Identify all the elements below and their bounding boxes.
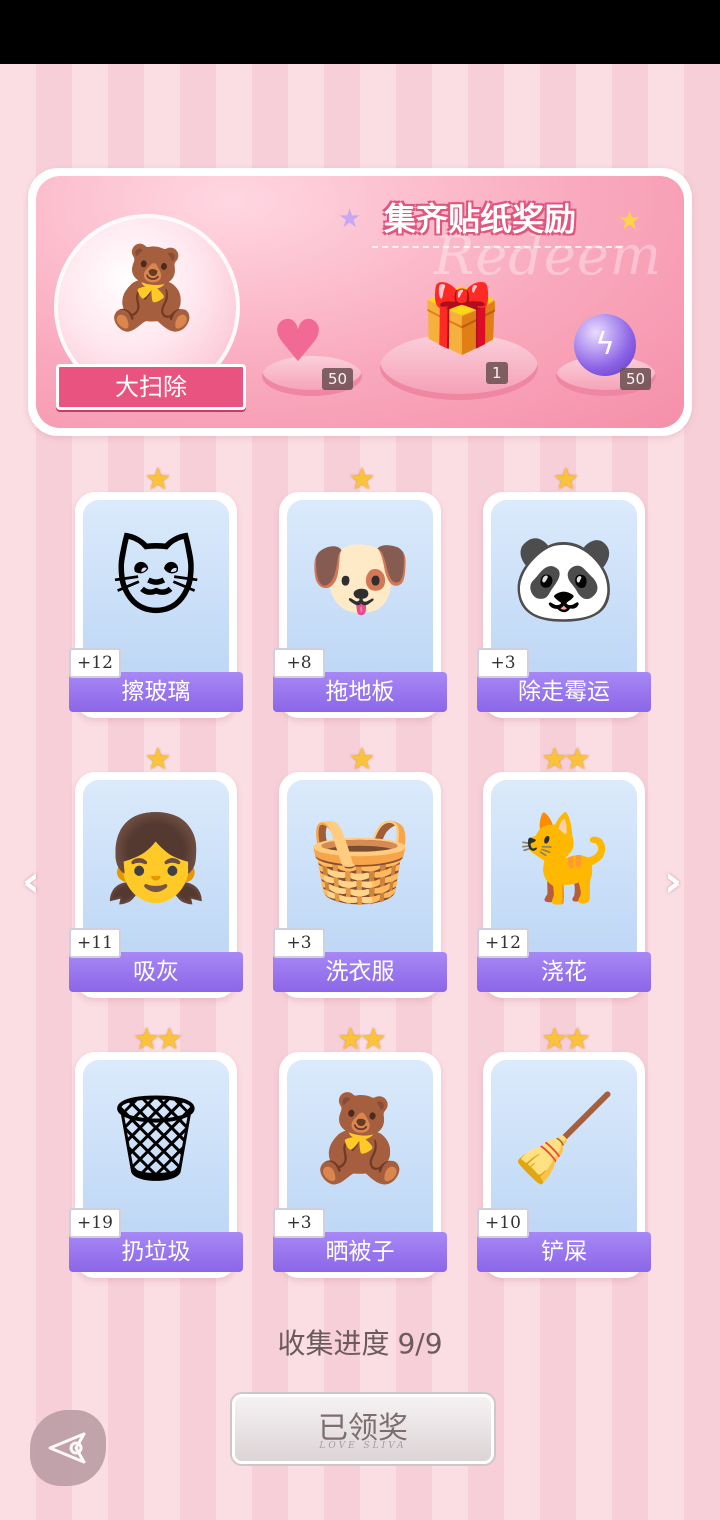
card-name: 晒被子	[273, 1232, 447, 1272]
card-name: 除走霉运	[477, 672, 651, 712]
sticker-card[interactable]: ★★ 🧸 晒被子 +3	[273, 1022, 447, 1278]
star-rating: ★★	[337, 1022, 387, 1057]
card-count: +3	[273, 1208, 325, 1238]
star-rating: ★	[348, 462, 376, 497]
pink-heart-gem-icon[interactable]: ♥	[272, 312, 324, 370]
bear-hanging-quilt-icon: 🧸	[307, 1089, 413, 1187]
chevron-left-icon[interactable]: ‹	[22, 856, 40, 907]
progress-value: 9/9	[397, 1327, 443, 1360]
status-bar	[0, 0, 720, 64]
card-name: 浇花	[477, 952, 651, 992]
card-count: +3	[477, 648, 529, 678]
bear-hanging-quilt-icon: 🧸	[102, 241, 202, 334]
star-rating: ★	[348, 742, 376, 777]
banner-divider	[372, 246, 622, 248]
card-name: 扔垃圾	[69, 1232, 243, 1272]
purple-energy-orb-icon[interactable]: ϟ	[574, 314, 636, 376]
claimed-button[interactable]: 已领奖 LOVE SLIVA	[232, 1394, 494, 1464]
claimed-button-subtext: LOVE SLIVA	[319, 1441, 407, 1451]
star-rating: ★	[552, 462, 580, 497]
reward-count: 1	[486, 362, 508, 384]
cat-cleaning-window-icon: 🐱	[112, 529, 200, 627]
card-count: +3	[273, 928, 325, 958]
girl-taking-out-trash-icon: 🗑	[102, 1089, 210, 1187]
sticker-card[interactable]: ★★ 🗑 扔垃圾 +19	[69, 1022, 243, 1278]
card-name: 拖地板	[273, 672, 447, 712]
reward-count: 50	[322, 368, 354, 390]
banner-title: 集齐贴纸奖励	[383, 200, 576, 238]
star-rating: ★	[144, 462, 172, 497]
card-name: 铲屎	[477, 1232, 651, 1272]
card-count: +19	[69, 1208, 121, 1238]
sticker-card[interactable]: ★ 🧺 洗衣服 +3	[273, 742, 447, 998]
cat-watering-plant-icon: 🐈	[511, 809, 617, 907]
card-count: +11	[69, 928, 121, 958]
card-count: +8	[273, 648, 325, 678]
card-name: 擦玻璃	[69, 672, 243, 712]
sticker-card[interactable]: ★ 🐶 拖地板 +8	[273, 462, 447, 718]
star-rating: ★	[144, 742, 172, 777]
sticker-card[interactable]: ★ 🐼 除走霉运 +3	[477, 462, 651, 718]
progress-label: 收集进度	[277, 1327, 390, 1360]
sticker-card[interactable]: ★★ 🐈 浇花 +12	[477, 742, 651, 998]
card-count: +12	[477, 928, 529, 958]
panda-sweeping-icon: 🐼	[511, 529, 617, 627]
sticker-card[interactable]: ★ 👧 吸灰 +11	[69, 742, 243, 998]
theme-label: 大扫除	[56, 364, 246, 410]
yellow-star-icon: ★	[618, 206, 642, 236]
corgi-mopping-icon: 🐶	[307, 529, 413, 627]
cat-in-washing-machine-icon: 🧺	[307, 809, 413, 907]
star-rating: ★★	[541, 742, 591, 777]
girl-cleaning-litter-icon: 🧹	[511, 1089, 617, 1187]
star-rating: ★★	[541, 1022, 591, 1057]
gift-box-icon[interactable]: 🎁	[420, 286, 502, 352]
card-count: +10	[477, 1208, 529, 1238]
chevron-right-icon[interactable]: ›	[664, 856, 682, 907]
star-rating: ★★	[133, 1022, 183, 1057]
girl-vacuuming-icon: 👧	[103, 809, 209, 907]
sticker-card[interactable]: ★★ 🧹 铲屎 +10	[477, 1022, 651, 1278]
collection-progress: 收集进度 9/9	[0, 1322, 720, 1362]
back-button[interactable]	[30, 1410, 106, 1486]
card-name: 吸灰	[69, 952, 243, 992]
reward-count: 50	[620, 368, 652, 390]
sticker-card[interactable]: ★ 🐱 擦玻璃 +12	[69, 462, 243, 718]
card-count: +12	[69, 648, 121, 678]
back-arrow-icon	[48, 1432, 86, 1464]
card-name: 洗衣服	[273, 952, 447, 992]
